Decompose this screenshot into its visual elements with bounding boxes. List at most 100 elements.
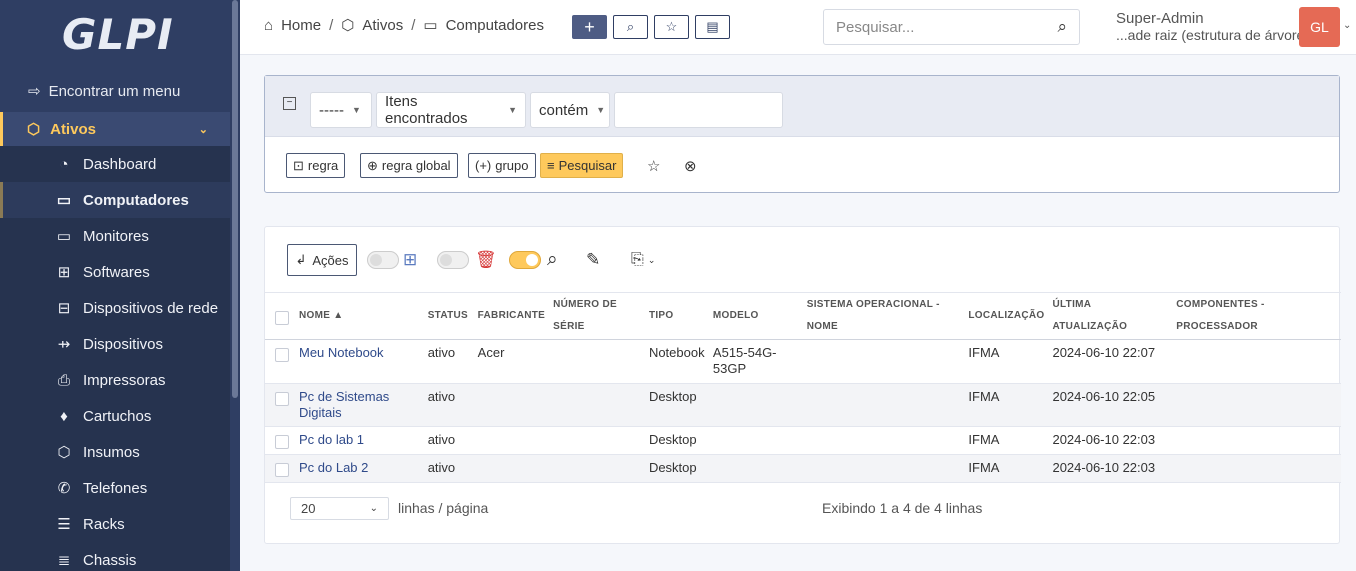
cell-updated: 2024-06-10 22:03	[1048, 426, 1173, 455]
sidebar-item-label: Computadores	[83, 191, 189, 209]
collapse-icon[interactable]: −	[283, 97, 296, 110]
glpi-logo[interactable]: GLPI	[62, 10, 174, 59]
cell-location: IFMA	[964, 454, 1049, 483]
arrow-right-icon: ⇨	[28, 83, 41, 100]
chevron-down-icon: ⌄	[647, 254, 656, 265]
page-size-value: 20	[301, 501, 316, 516]
sidebar-item-softwares[interactable]: ⊞ Softwares	[0, 254, 230, 290]
column-header-name[interactable]: NOME ▲	[294, 292, 424, 340]
field-select-value: -----	[319, 101, 344, 119]
sidebar-item-chassis[interactable]: ≣ Chassis	[0, 542, 230, 571]
cell-name[interactable]: Pc do lab 1	[294, 426, 424, 455]
operator-select[interactable]: contém ▼	[530, 92, 610, 128]
toggle-switch[interactable]	[509, 251, 541, 269]
sidebar-item-cartuchos[interactable]: ♦ Cartuchos	[0, 398, 230, 434]
sidebar-item-computadores[interactable]: ▭ Computadores	[0, 182, 230, 218]
breadcrumb-separator: /	[329, 16, 334, 34]
search-submit-button[interactable]: ≡ Pesquisar	[540, 153, 624, 178]
network-icon: ⊟	[57, 300, 71, 317]
export-icon[interactable]: ⎘ ⌄	[631, 244, 655, 276]
templates-button[interactable]: ▤	[695, 15, 730, 39]
find-menu-button[interactable]: ⇨ Encontrar um menu	[28, 78, 180, 104]
column-header-type[interactable]: TIPO	[644, 292, 709, 340]
row-checkbox[interactable]	[275, 392, 289, 406]
cell-name[interactable]: Pc de Sistemas Digitais	[294, 383, 424, 427]
add-group-button[interactable]: (+) grupo	[468, 153, 536, 178]
column-header-manufacturer[interactable]: FABRICANTE	[473, 292, 550, 340]
actions-button[interactable]: ↲ Ações	[287, 244, 357, 276]
select-all-checkbox[interactable]	[275, 310, 289, 325]
breadcrumb-home[interactable]: Home	[281, 17, 321, 34]
monitor-icon: ▭	[56, 228, 72, 245]
printer-icon: ⎙	[57, 371, 70, 389]
map-toggle[interactable]	[367, 244, 399, 276]
cell-manufacturer	[473, 454, 550, 483]
wrench-icon[interactable]: ✎	[586, 244, 600, 276]
map-icon[interactable]: ⊞	[403, 244, 417, 276]
trash-toggle[interactable]	[437, 244, 469, 276]
sidebar-scrollbar[interactable]	[232, 0, 238, 398]
column-header-location[interactable]: LOCALIZAÇÃO	[964, 292, 1049, 340]
results-table: NOME ▲ STATUS FABRICANTE NÚMERO DE SÉRIE…	[265, 292, 1341, 483]
sidebar-item-label: Cartuchos	[83, 407, 152, 425]
user-menu[interactable]: Super-Admin ...ade raiz (estrutura de ár…	[1116, 10, 1309, 44]
page-size-select[interactable]: 20 ⌄	[290, 497, 389, 520]
chevron-down-icon[interactable]: ⌄	[1343, 20, 1351, 31]
column-header-updated[interactable]: ÚLTIMA ATUALIZAÇÃO	[1048, 292, 1173, 340]
chevron-down-icon: ⌄	[198, 123, 208, 136]
column-header-model[interactable]: MODELO	[708, 292, 803, 340]
search-icon[interactable]: ⌕	[1057, 17, 1067, 37]
sidebar-section-ativos[interactable]: ⬡ Ativos ⌄	[0, 112, 230, 146]
row-checkbox[interactable]	[275, 435, 289, 449]
cell-name[interactable]: Meu Notebook	[294, 339, 424, 384]
sidebar-item-monitores[interactable]: ▭ Monitores	[0, 218, 230, 254]
sidebar-item-dispositivos-de-rede[interactable]: ⊟ Dispositivos de rede	[0, 290, 230, 326]
star-icon[interactable]: ☆	[647, 157, 660, 175]
column-header-serial[interactable]: NÚMERO DE SÉRIE	[549, 292, 645, 340]
breadcrumb-computadores[interactable]: Computadores	[446, 17, 544, 34]
cell-location: IFMA	[964, 426, 1049, 455]
cell-model	[708, 383, 803, 427]
column-header-os[interactable]: SISTEMA OPERACIONAL - NOME	[802, 292, 965, 340]
row-checkbox[interactable]	[275, 463, 289, 477]
sidebar-item-dispositivos[interactable]: ⇸ Dispositivos	[0, 326, 230, 362]
add-button[interactable]: +	[572, 15, 607, 39]
layout-icon: ▤	[706, 19, 719, 34]
reset-icon[interactable]: ⊗	[684, 157, 697, 175]
avatar[interactable]: GL	[1299, 7, 1340, 47]
saved-searches-button[interactable]: ☆	[654, 15, 689, 39]
search-criteria-panel: − ----- ▼ Itens encontrados ▼ contém ▼ ⊡…	[264, 75, 1340, 193]
toggle-switch[interactable]	[367, 251, 399, 269]
field-select[interactable]: ----- ▼	[310, 92, 372, 128]
items-select[interactable]: Itens encontrados ▼	[376, 92, 526, 128]
select-all-cell	[265, 292, 295, 340]
row-checkbox[interactable]	[275, 348, 289, 362]
toggle-switch[interactable]	[437, 251, 469, 269]
cell-name[interactable]: Pc do Lab 2	[294, 454, 424, 483]
sidebar-item-racks[interactable]: ☰ Racks	[0, 506, 230, 542]
chevron-down-icon: ⌄	[369, 503, 378, 514]
sidebar-item-telefones[interactable]: ✆ Telefones	[0, 470, 230, 506]
cell-serial	[549, 426, 645, 455]
sidebar-item-label: Telefones	[83, 479, 148, 497]
sidebar-item-dashboard[interactable]: ◔ Dashboard	[0, 146, 230, 182]
sidebar-item-insumos[interactable]: ⬡ Insumos	[0, 434, 230, 470]
add-rule-label: regra	[307, 158, 339, 173]
add-rule-button[interactable]: ⊡ regra	[286, 153, 346, 178]
server-icon: ☰	[57, 516, 71, 533]
caret-down-icon: ▼	[508, 105, 517, 115]
criteria-value-input[interactable]	[614, 92, 783, 128]
breadcrumb-ativos[interactable]: Ativos	[362, 17, 403, 34]
search-button[interactable]: ⌕	[613, 15, 648, 39]
operator-select-value: contém	[539, 101, 589, 119]
global-search-input[interactable]: Pesquisar... ⌕	[823, 9, 1080, 45]
column-header-status[interactable]: STATUS	[423, 292, 474, 340]
search-icon[interactable]: ⌕	[547, 244, 558, 276]
row-select-cell	[265, 454, 295, 483]
column-header-cpu[interactable]: COMPONENTES - PROCESSADOR	[1172, 292, 1341, 340]
search-toggle[interactable]	[509, 244, 541, 276]
cell-manufacturer: Acer	[473, 339, 550, 384]
sidebar-item-impressoras[interactable]: ⎙ Impressoras	[0, 362, 230, 398]
add-global-rule-button[interactable]: ⊕ regra global	[360, 153, 458, 178]
trash-icon[interactable]: 🗑	[475, 244, 497, 276]
